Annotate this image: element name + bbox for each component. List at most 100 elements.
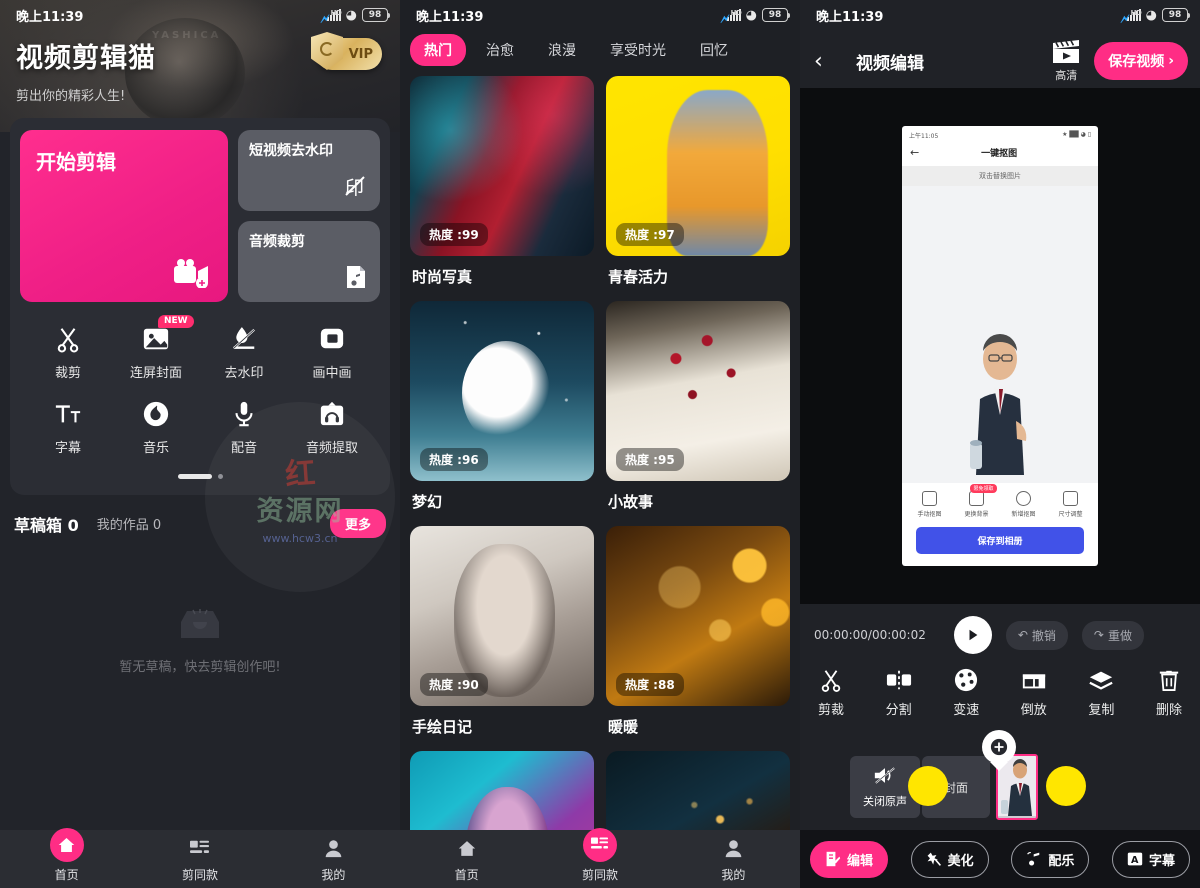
tool-split-cover[interactable]: NEW 连屏封面 [112,315,200,381]
tool-label: 字幕 [54,441,81,456]
template-card[interactable]: 热度 :88 暖暖 [606,526,790,741]
template-card[interactable]: 热度 :95 小故事 [606,301,790,516]
works-title[interactable]: 我的作品 0 [97,514,161,533]
tool-audio-extract[interactable]: 音频提取 [288,399,376,456]
status-time: 晚上11:39 [416,9,484,25]
template-thumbnail: 热度 :97 [606,76,790,256]
audio-trim-button[interactable]: 音频裁剪 [238,221,380,302]
nav-item-profile[interactable]: 我的 [667,836,800,883]
category-tabs: 热门 治愈 浪漫 享受时光 回忆 [400,30,800,76]
nav-item-home[interactable]: 首页 [400,836,533,883]
screen-home: YASHICA 晚上11:39 HD ◕ 98 视频剪辑猫 剪出你的精彩人生! … [0,0,400,888]
tool-remove-watermark[interactable]: 去水印 [200,324,288,381]
app-subtitle: 剪出你的精彩人生! [16,89,126,104]
preview-tool-add-cutout[interactable]: 新增抠图 [1011,491,1036,518]
audio-extract-icon [318,399,346,429]
bottom-tab-beautify[interactable]: 美化 [910,840,989,878]
remove-watermark-button[interactable]: 短视频去水印 印 [238,130,380,211]
tool-pip[interactable]: 画中画 [288,324,376,381]
bottom-tab-edit[interactable]: 编辑 [810,840,889,878]
tool-subtitle[interactable]: 字幕 [24,399,112,456]
operations-bar: 剪裁 分割 变速 倒放 复制 删除 [800,654,1200,718]
template-thumbnail: 热度 :88 [606,526,790,706]
page-indicator[interactable] [20,474,380,479]
audio-trim-label: 音频裁剪 [249,234,305,250]
timeline[interactable]: 关闭原声 封面 使用双指缩放时间轴 [800,730,1200,847]
preview-save-to-album-button[interactable]: 保存到相册 [916,527,1084,554]
preview-tool-manual-cutout[interactable]: 手动抠图 [917,491,942,518]
play-button[interactable] [953,616,992,654]
vip-button[interactable]: VIP [311,32,382,70]
tool-label: 裁剪 [54,366,81,381]
bottom-tab-soundtrack[interactable]: 配乐 [1011,840,1090,878]
bottom-tab-subtitle[interactable]: A 字幕 [1111,840,1190,878]
op-delete[interactable]: 删除 [1156,668,1182,718]
preview-tool-change-bg[interactable]: 限免领取 更换背景 [964,484,997,518]
template-thumbnail: 热度 :99 [410,76,594,256]
scissors-icon [819,668,843,692]
redo-button[interactable]: ↷ 重做 [1081,620,1144,650]
preview-back-icon[interactable]: ← [910,146,919,159]
back-icon[interactable]: ‹ [814,49,840,74]
soundtrack-icon [1026,851,1042,867]
edit-icon [825,851,841,867]
op-speed[interactable]: 变速 [953,668,979,718]
more-button[interactable]: 更多 [329,509,386,538]
video-preview[interactable]: 上午11:05 ★ ██ ◕ ▯ ← 一键抠图 双击替换图片 手动抠图 限免领取… [902,126,1098,566]
tool-voiceover[interactable]: 配音 [200,399,288,456]
heat-badge: 热度 :88 [616,673,684,696]
status-time: 晚上11:39 [16,9,84,25]
tool-label: 音频提取 [305,441,358,456]
profile-icon [724,836,743,862]
remove-watermark-label: 短视频去水印 [249,143,333,159]
tab-enjoy-time[interactable]: 享受时光 [596,34,680,66]
redo-label: 重做 [1107,628,1132,643]
template-card[interactable]: 热度 :90 手绘日记 [410,526,594,741]
tab-memory[interactable]: 回忆 [686,34,742,66]
op-crop[interactable]: 剪裁 [818,668,844,718]
tab-romance[interactable]: 浪漫 [534,34,590,66]
op-split[interactable]: 分割 [886,668,912,718]
timeline-cursor-right[interactable] [1046,766,1086,806]
op-reverse[interactable]: 倒放 [1021,668,1047,718]
bottom-tab-label: 编辑 [847,853,874,869]
nav-item-templates[interactable]: 剪同款 [533,827,666,883]
template-card[interactable]: 热度 :99 时尚写真 [410,76,594,291]
heat-badge: 热度 :96 [420,448,488,471]
tab-hot[interactable]: 热门 [410,34,466,66]
undo-button[interactable]: ↶ 撤销 [1005,620,1068,650]
op-label: 删除 [1155,703,1182,718]
bottom-tab-label: 字幕 [1148,853,1175,869]
no-watermark-icon: 印 [342,173,368,203]
chevron-right-icon: › [1168,53,1174,69]
tool-music[interactable]: 音乐 [112,399,200,456]
preview-tool-label: 新增抠图 [1011,511,1036,518]
bottom-nav-templates: 首页 剪同款 我的 [400,827,800,888]
template-title: 手绘日记 [412,718,473,736]
template-card[interactable]: 热度 :97 青春活力 [606,76,790,291]
preview-tools: 手动抠图 限免领取 更换背景 新增抠图 尺寸调整 [902,483,1098,522]
drafts-header: 草稿箱 0 我的作品 0 更多 [0,495,400,538]
op-duplicate[interactable]: 复制 [1088,668,1114,718]
cutout-person-image [956,325,1044,475]
timeline-cursor-left[interactable] [908,766,948,806]
template-card[interactable]: 热度 :96 梦幻 [410,301,594,516]
tab-healing[interactable]: 治愈 [472,34,528,66]
nav-item-home[interactable]: 首页 [0,827,133,883]
undo-icon: ↶ [1017,628,1028,642]
save-video-button[interactable]: 保存视频 › [1094,42,1188,80]
nav-item-templates[interactable]: 剪同款 [133,836,266,883]
nav-item-profile[interactable]: 我的 [267,836,400,883]
status-bar-editor: 晚上11:39 HD ◕ 98 [800,0,1200,30]
subtitle-icon: A [1127,851,1143,867]
battery-icon: 98 [362,8,390,22]
hd-quality-button[interactable]: 高清 [1052,39,1080,83]
bottom-tab-label: 美化 [947,853,974,869]
status-icons: HD ◕ 98 [722,8,790,22]
tool-crop[interactable]: 裁剪 [24,324,112,381]
preview-hint: 双击替换图片 [902,166,1098,186]
image-icon [142,324,170,354]
add-clip-button[interactable] [982,730,1016,771]
preview-tool-resize[interactable]: 尺寸调整 [1058,491,1083,518]
start-editing-button[interactable]: 开始剪辑 [20,130,228,302]
